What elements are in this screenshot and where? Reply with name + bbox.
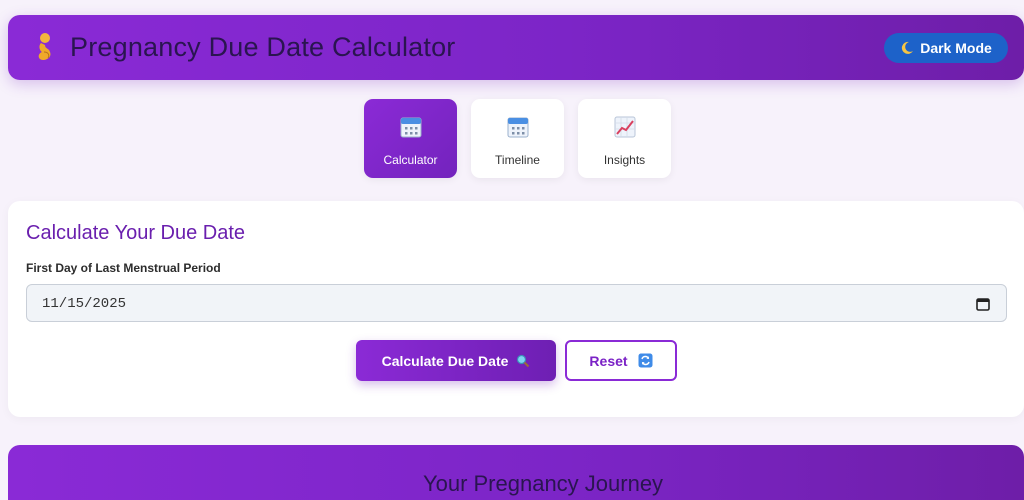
journey-section: Your Pregnancy Journey [8,445,1024,500]
tab-calculator[interactable]: Calculator [364,99,457,178]
app-header: Pregnancy Due Date Calculator [8,15,1024,80]
calculate-label: Calculate Due Date [381,352,509,369]
lmp-date-input[interactable]: 11/15/2025 [26,284,1007,322]
calendar-icon [507,117,528,138]
calculator-card: Calculate Your Due Date First Day of Las… [8,201,1024,417]
journey-title: Your Pregnancy Journey [422,471,664,496]
magnifying-glass-icon [517,354,530,367]
lmp-date-value: 11/15/2025 [42,296,127,312]
chart-increasing-icon [614,116,635,138]
tab-insights[interactable]: Insights [578,99,671,178]
dark-mode-label: Dark Mode [920,40,992,56]
tab-label: Insights [603,153,646,167]
refresh-icon [638,353,653,368]
tab-bar: Calculator Timeline Insights [364,99,671,178]
reset-label: Reset [589,352,628,369]
tab-label: Timeline [495,153,540,167]
calculate-due-date-button[interactable]: Calculate Due Date [356,340,556,381]
calendar-picker-icon[interactable] [976,297,990,311]
calculator-title: Calculate Your Due Date [26,222,246,244]
lmp-label: First Day of Last Menstrual Period [26,261,221,275]
reset-button[interactable]: Reset [565,340,677,381]
pregnant-woman-icon [38,33,51,60]
tab-label: Calculator [383,153,438,167]
calendar-icon [400,117,421,138]
dark-mode-toggle[interactable]: Dark Mode [884,33,1008,63]
tab-timeline[interactable]: Timeline [471,99,564,178]
crescent-moon-icon [902,41,914,54]
page-title: Pregnancy Due Date Calculator [70,32,456,62]
